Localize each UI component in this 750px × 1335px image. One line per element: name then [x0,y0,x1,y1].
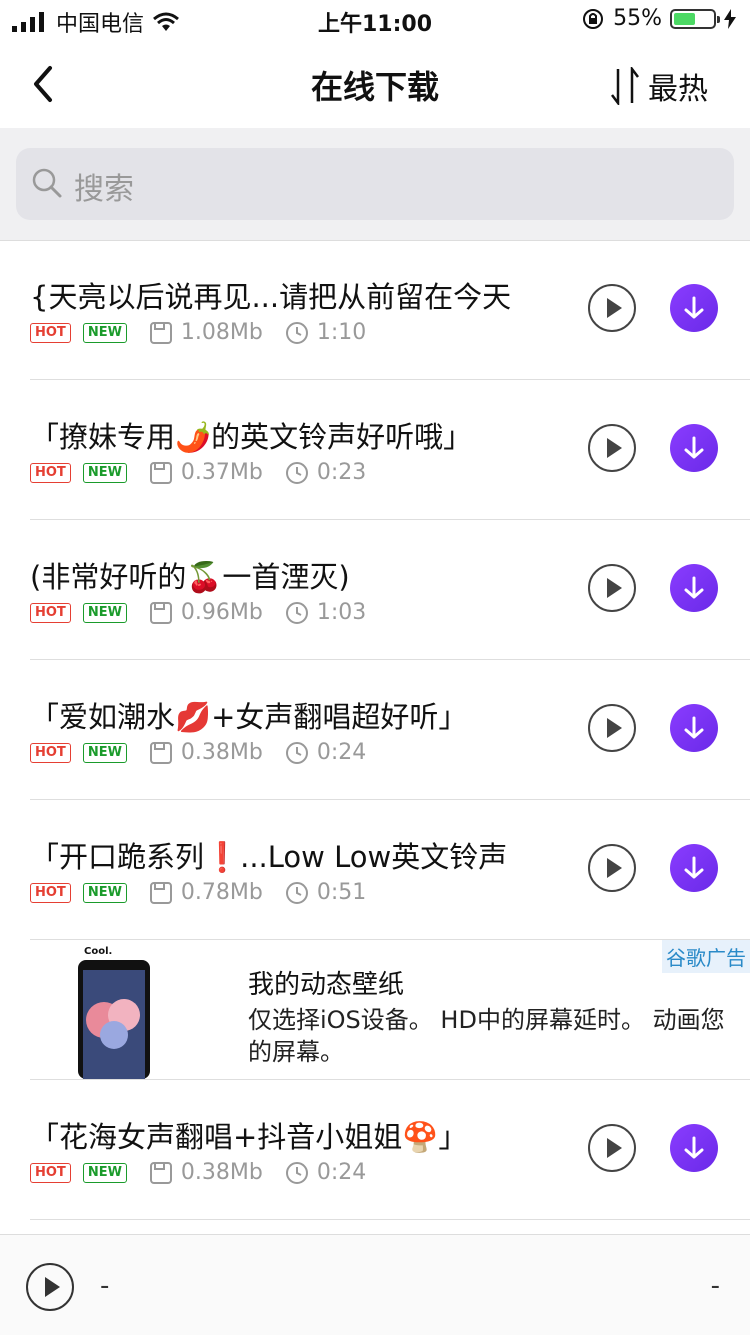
item-title: 「开口跪系列❗...Low Low英文铃声 [30,840,508,874]
item-duration: 0:23 [316,460,367,485]
new-tag: NEW [82,882,127,903]
item-duration: 0:51 [316,880,367,905]
file-size-icon [149,881,172,904]
download-button[interactable] [670,424,718,472]
download-button[interactable] [670,704,718,752]
ad-badge: 谷歌广告 [662,940,750,973]
list-item[interactable]: {天亮以后说再见...请把从前留在今天 HOT NEW 1.08Mb 1:10 [30,240,750,380]
download-button[interactable] [670,284,718,332]
download-arrow-icon [684,296,704,319]
play-button[interactable] [588,844,636,892]
item-duration: 1:10 [316,320,367,345]
item-size: 1.08Mb [180,320,263,345]
item-meta: HOT NEW 0.38Mb 0:24 [30,1160,366,1185]
hot-tag: HOT [30,322,71,343]
item-meta: HOT NEW 0.96Mb 1:03 [30,600,366,625]
hot-tag: HOT [30,742,71,763]
player-title: - [100,1271,110,1301]
item-size: 0.38Mb [180,1160,263,1185]
download-button[interactable] [670,844,718,892]
search-icon [32,168,62,198]
player-play-button[interactable] [26,1263,74,1311]
item-title: 「撩妹专用🌶️的英文铃声好听哦」 [30,420,473,454]
clock-icon [285,881,308,904]
search-placeholder: 搜索 [74,172,134,207]
ad-title: 我的动态壁纸 [248,970,405,1000]
sort-button[interactable]: 最热 [610,64,708,108]
ad-banner[interactable]: Cool. 我的动态壁纸 仅选择iOS设备。 HD中的屏幕延时。 动画您的屏幕。… [30,940,750,1080]
battery-icon [670,8,720,29]
new-tag: NEW [82,742,127,763]
item-duration: 0:24 [316,1160,367,1185]
play-button[interactable] [588,1124,636,1172]
download-arrow-icon [684,1136,704,1159]
ringtone-list: {天亮以后说再见...请把从前留在今天 HOT NEW 1.08Mb 1:10 … [0,240,750,1220]
status-bar: 中国电信 上午11:00 55% [0,0,750,40]
play-button[interactable] [588,704,636,752]
sort-label: 最热 [648,72,708,107]
hot-tag: HOT [30,462,71,483]
ad-phone-image: Cool. [78,946,150,1079]
play-button[interactable] [588,424,636,472]
clock-icon [285,461,308,484]
file-size-icon [149,461,172,484]
list-item[interactable]: (非常好听的🍒一首湮灭) HOT NEW 0.96Mb 1:03 [30,520,750,660]
new-tag: NEW [82,462,127,483]
download-arrow-icon [684,576,704,599]
item-title: 「爱如潮水💋+女声翻唱超好听」 [30,700,468,734]
hot-tag: HOT [30,602,71,623]
charging-icon [724,8,736,29]
item-title: {天亮以后说再见...请把从前留在今天 [30,280,512,314]
list-item[interactable]: 「撩妹专用🌶️的英文铃声好听哦」 HOT NEW 0.37Mb 0:23 [30,380,750,520]
nav-bar: 在线下载 最热 [0,40,750,129]
clock-icon [285,601,308,624]
download-button[interactable] [670,1124,718,1172]
search-section: 搜索 [0,128,750,241]
clock-icon [285,1161,308,1184]
item-meta: HOT NEW 1.08Mb 1:10 [30,320,366,345]
item-size: 0.37Mb [180,460,263,485]
new-tag: NEW [82,1162,127,1183]
ad-description: 仅选择iOS设备。 HD中的屏幕延时。 动画您的屏幕。 [248,1006,725,1066]
sort-icon [611,67,639,105]
new-tag: NEW [82,322,127,343]
download-button[interactable] [670,564,718,612]
new-tag: NEW [82,602,127,623]
download-arrow-icon [684,856,704,879]
player-time: - [710,1271,720,1301]
status-right: 55% [581,6,736,31]
download-arrow-icon [684,716,704,739]
item-title: 「花海女声翻唱+抖音小姐姐🍄」 [30,1120,468,1154]
file-size-icon [149,1161,172,1184]
download-arrow-icon [684,436,704,459]
item-size: 0.96Mb [180,600,263,625]
hot-tag: HOT [30,1162,71,1183]
clock-icon [285,321,308,344]
battery-percent: 55% [613,6,662,31]
list-item[interactable]: 「开口跪系列❗...Low Low英文铃声 HOT NEW 0.78Mb 0:5… [30,800,750,940]
play-button[interactable] [588,284,636,332]
search-input[interactable]: 搜索 [16,148,734,220]
mini-player: - - [0,1234,750,1335]
file-size-icon [149,741,172,764]
item-duration: 0:24 [316,740,367,765]
ad-phone-text: Cool. [84,946,112,957]
item-meta: HOT NEW 0.38Mb 0:24 [30,740,366,765]
item-title: (非常好听的🍒一首湮灭) [30,560,350,594]
list-item[interactable]: 「花海女声翻唱+抖音小姐姐🍄」 HOT NEW 0.38Mb 0:24 [30,1080,750,1220]
item-meta: HOT NEW 0.37Mb 0:23 [30,460,366,485]
item-size: 0.38Mb [180,740,263,765]
file-size-icon [149,321,172,344]
hot-tag: HOT [30,882,71,903]
rotation-lock-icon [583,8,604,29]
item-meta: HOT NEW 0.78Mb 0:51 [30,880,366,905]
item-duration: 1:03 [316,600,367,625]
file-size-icon [149,601,172,624]
clock-icon [285,741,308,764]
list-item[interactable]: 「爱如潮水💋+女声翻唱超好听」 HOT NEW 0.38Mb 0:24 [30,660,750,800]
play-button[interactable] [588,564,636,612]
item-size: 0.78Mb [180,880,263,905]
